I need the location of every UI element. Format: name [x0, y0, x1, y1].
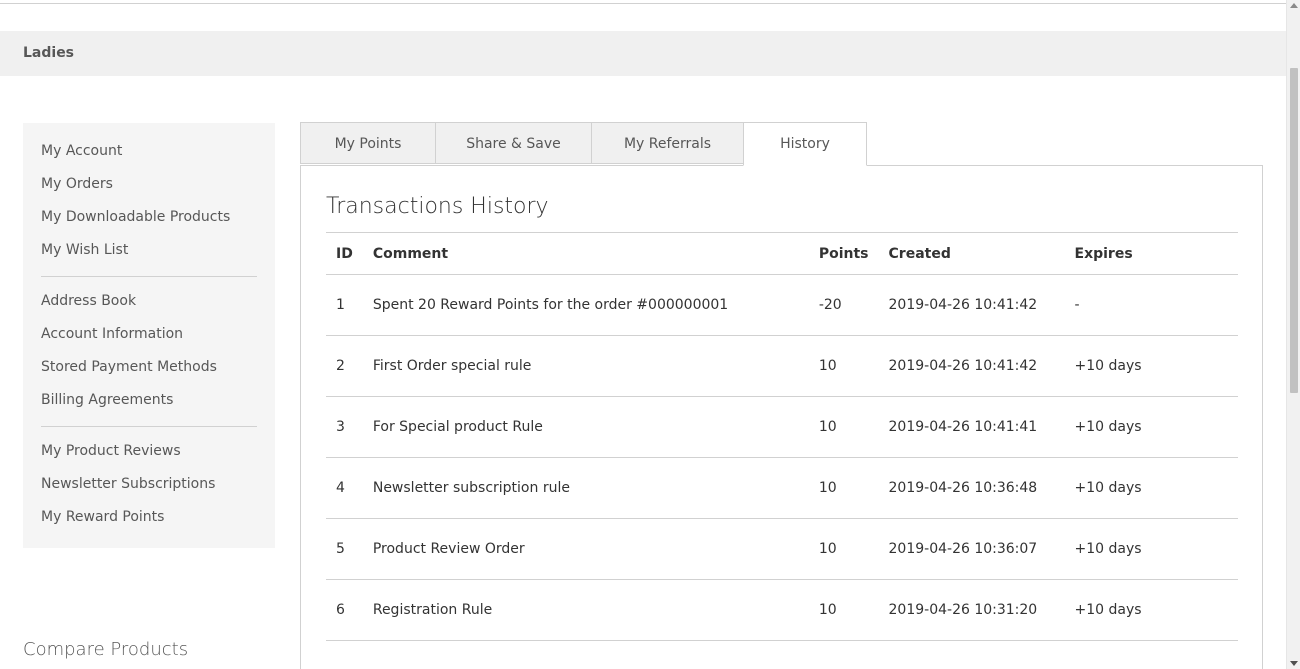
sidebar-divider	[41, 426, 257, 427]
table-row: 2 First Order special rule 10 2019-04-26…	[326, 335, 1238, 397]
sidebar-item-my-product-reviews[interactable]: My Product Reviews	[41, 443, 181, 459]
tab-my-referrals[interactable]: My Referrals	[591, 122, 744, 164]
nav-item-ladies[interactable]: Ladies	[23, 45, 74, 61]
cell-id: 3	[326, 396, 363, 458]
cell-id: 4	[326, 457, 363, 519]
sidebar-divider	[41, 276, 257, 277]
cell-points: 10	[808, 579, 879, 641]
column-header-points: Points	[808, 232, 879, 275]
header-strip	[0, 0, 1286, 4]
table-row: 3 For Special product Rule 10 2019-04-26…	[326, 396, 1238, 458]
cell-comment: Product Review Order	[362, 518, 809, 580]
cell-id: 6	[326, 579, 363, 641]
account-sidebar: My Account My Orders My Downloadable Pro…	[23, 123, 275, 548]
sidebar-item-my-reward-points[interactable]: My Reward Points	[41, 509, 164, 525]
cell-expires: +10 days	[1064, 457, 1238, 519]
sidebar-item-billing-agreements[interactable]: Billing Agreements	[41, 392, 173, 408]
cell-created: 2019-04-26 10:41:42	[878, 274, 1065, 336]
table-row: 5 Product Review Order 10 2019-04-26 10:…	[326, 518, 1238, 580]
table-row: 4 Newsletter subscription rule 10 2019-0…	[326, 457, 1238, 519]
table-header-row: ID Comment Points Created Expires	[326, 232, 1238, 275]
history-panel: Transactions History ID Comment Points C…	[300, 165, 1263, 669]
table-row: 6 Registration Rule 10 2019-04-26 10:31:…	[326, 579, 1238, 641]
cell-created: 2019-04-26 10:36:48	[878, 457, 1065, 519]
sidebar-item-stored-payment-methods[interactable]: Stored Payment Methods	[41, 359, 217, 375]
tab-history[interactable]: History	[743, 122, 867, 166]
transactions-history-title: Transactions History	[326, 194, 549, 219]
cell-comment: Spent 20 Reward Points for the order #00…	[362, 274, 809, 336]
scroll-down-arrow-icon[interactable]	[1290, 661, 1298, 666]
table-row: 1 Spent 20 Reward Points for the order #…	[326, 274, 1238, 336]
cell-id: 5	[326, 518, 363, 580]
cell-created: 2019-04-26 10:31:20	[878, 579, 1065, 641]
transactions-table: ID Comment Points Created Expires 1 Spen…	[326, 232, 1238, 641]
cell-expires: +10 days	[1064, 579, 1238, 641]
column-header-id: ID	[326, 232, 363, 275]
page-scrollbar[interactable]	[1286, 0, 1300, 669]
tab-share-save[interactable]: Share & Save	[435, 122, 592, 164]
compare-products-title: Compare Products	[23, 639, 189, 660]
cell-points: 10	[808, 335, 879, 397]
store-logo[interactable]	[28, 0, 64, 4]
cell-expires: +10 days	[1064, 518, 1238, 580]
cell-comment: For Special product Rule	[362, 396, 809, 458]
cell-created: 2019-04-26 10:36:07	[878, 518, 1065, 580]
column-header-created: Created	[878, 232, 1065, 275]
cell-points: 10	[808, 457, 879, 519]
sidebar-item-my-wish-list[interactable]: My Wish List	[41, 242, 128, 258]
page: Ladies My Account My Orders My Downloada…	[0, 0, 1286, 669]
cell-id: 2	[326, 335, 363, 397]
cell-id: 1	[326, 274, 363, 336]
sidebar-item-my-downloadable-products[interactable]: My Downloadable Products	[41, 209, 230, 225]
cell-expires: +10 days	[1064, 396, 1238, 458]
cell-points: -20	[808, 274, 879, 336]
scroll-up-arrow-icon[interactable]	[1290, 3, 1298, 8]
sidebar-item-my-account[interactable]: My Account	[41, 143, 122, 159]
sidebar-item-account-information[interactable]: Account Information	[41, 326, 183, 342]
cell-created: 2019-04-26 10:41:42	[878, 335, 1065, 397]
cell-created: 2019-04-26 10:41:41	[878, 396, 1065, 458]
category-nav-bar: Ladies	[0, 31, 1286, 76]
cell-comment: Newsletter subscription rule	[362, 457, 809, 519]
cell-points: 10	[808, 396, 879, 458]
cell-points: 10	[808, 518, 879, 580]
sidebar-item-newsletter-subscriptions[interactable]: Newsletter Subscriptions	[41, 476, 215, 492]
column-header-expires: Expires	[1064, 232, 1238, 275]
cell-comment: Registration Rule	[362, 579, 809, 641]
scrollbar-thumb[interactable]	[1290, 68, 1298, 393]
cell-comment: First Order special rule	[362, 335, 809, 397]
cell-expires: -	[1064, 274, 1238, 336]
reward-tabs: My Points Share & Save My Referrals Hist…	[300, 122, 1263, 166]
sidebar-item-address-book[interactable]: Address Book	[41, 293, 136, 309]
tab-my-points[interactable]: My Points	[300, 122, 436, 164]
column-header-comment: Comment	[362, 232, 809, 275]
cell-expires: +10 days	[1064, 335, 1238, 397]
sidebar-item-my-orders[interactable]: My Orders	[41, 176, 113, 192]
